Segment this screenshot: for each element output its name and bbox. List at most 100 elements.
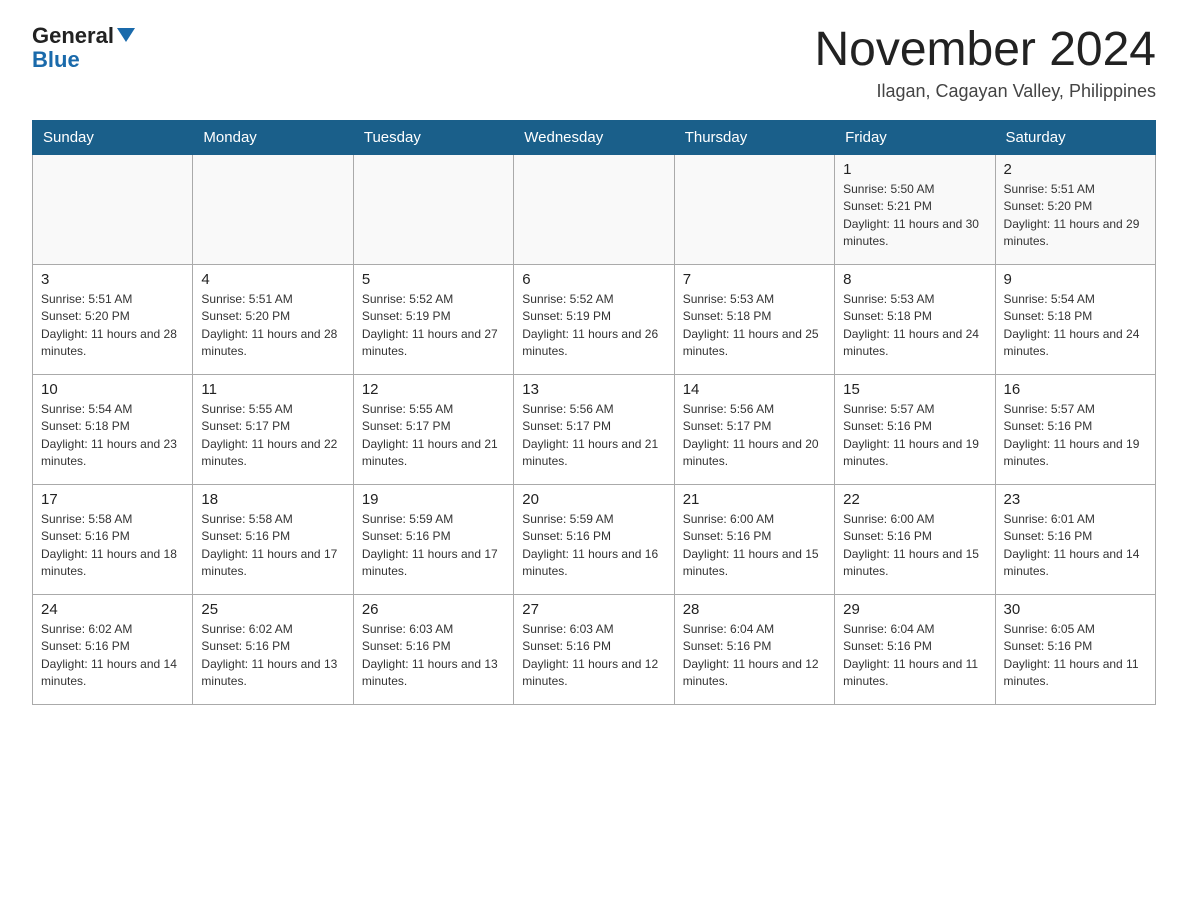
day-number: 20 <box>522 491 665 508</box>
calendar-week-row: 10 Sunrise: 5:54 AMSunset: 5:18 PMDayligh… <box>33 374 1156 484</box>
day-info: Sunrise: 5:50 AMSunset: 5:21 PMDaylight:… <box>843 181 986 251</box>
day-info: Sunrise: 6:05 AMSunset: 5:16 PMDaylight:… <box>1004 621 1147 691</box>
day-info: Sunrise: 6:03 AMSunset: 5:16 PMDaylight:… <box>362 621 505 691</box>
day-info: Sunrise: 5:58 AMSunset: 5:16 PMDaylight:… <box>201 511 344 581</box>
day-info: Sunrise: 6:00 AMSunset: 5:16 PMDaylight:… <box>683 511 826 581</box>
day-info: Sunrise: 5:51 AMSunset: 5:20 PMDaylight:… <box>1004 181 1147 251</box>
calendar-cell: 13 Sunrise: 5:56 AMSunset: 5:17 PMDayligh… <box>514 374 674 484</box>
day-info: Sunrise: 6:04 AMSunset: 5:16 PMDaylight:… <box>683 621 826 691</box>
day-info: Sunrise: 5:59 AMSunset: 5:16 PMDaylight:… <box>362 511 505 581</box>
calendar-cell: 10 Sunrise: 5:54 AMSunset: 5:18 PMDayligh… <box>33 374 193 484</box>
calendar-week-row: 17 Sunrise: 5:58 AMSunset: 5:16 PMDayligh… <box>33 484 1156 594</box>
calendar-cell: 22 Sunrise: 6:00 AMSunset: 5:16 PMDayligh… <box>835 484 995 594</box>
day-info: Sunrise: 5:51 AMSunset: 5:20 PMDaylight:… <box>41 291 184 361</box>
day-info: Sunrise: 5:54 AMSunset: 5:18 PMDaylight:… <box>1004 291 1147 361</box>
calendar-cell <box>674 154 834 264</box>
day-info: Sunrise: 5:52 AMSunset: 5:19 PMDaylight:… <box>522 291 665 361</box>
day-info: Sunrise: 6:02 AMSunset: 5:16 PMDaylight:… <box>41 621 184 691</box>
calendar-cell: 24Sunrise: 6:02 AMSunset: 5:16 PMDayligh… <box>33 594 193 704</box>
header-day-thursday: Thursday <box>674 120 834 154</box>
calendar-cell: 1 Sunrise: 5:50 AMSunset: 5:21 PMDaylight… <box>835 154 995 264</box>
page-header: General Blue November 2024 Ilagan, Cagay… <box>32 24 1156 102</box>
day-info: Sunrise: 5:59 AMSunset: 5:16 PMDaylight:… <box>522 511 665 581</box>
day-number: 17 <box>41 491 184 508</box>
day-number: 23 <box>1004 491 1147 508</box>
day-number: 5 <box>362 271 505 288</box>
day-info: Sunrise: 5:55 AMSunset: 5:17 PMDaylight:… <box>362 401 505 471</box>
calendar-cell: 23 Sunrise: 6:01 AMSunset: 5:16 PMDayligh… <box>995 484 1155 594</box>
day-info: Sunrise: 6:03 AMSunset: 5:16 PMDaylight:… <box>522 621 665 691</box>
header-day-friday: Friday <box>835 120 995 154</box>
calendar-cell: 12Sunrise: 5:55 AMSunset: 5:17 PMDayligh… <box>353 374 513 484</box>
calendar-cell: 27Sunrise: 6:03 AMSunset: 5:16 PMDayligh… <box>514 594 674 704</box>
day-info: Sunrise: 5:57 AMSunset: 5:16 PMDaylight:… <box>843 401 986 471</box>
calendar-cell <box>193 154 353 264</box>
day-number: 26 <box>362 601 505 618</box>
day-info: Sunrise: 6:00 AMSunset: 5:16 PMDaylight:… <box>843 511 986 581</box>
calendar-cell: 2 Sunrise: 5:51 AMSunset: 5:20 PMDaylight… <box>995 154 1155 264</box>
day-number: 1 <box>843 161 986 178</box>
calendar-cell: 6 Sunrise: 5:52 AMSunset: 5:19 PMDaylight… <box>514 264 674 374</box>
day-number: 4 <box>201 271 344 288</box>
logo-triangle-icon <box>117 28 135 42</box>
logo-general-text: General <box>32 24 114 48</box>
logo: General Blue <box>32 24 135 72</box>
day-info: Sunrise: 5:52 AMSunset: 5:19 PMDaylight:… <box>362 291 505 361</box>
calendar-cell: 14Sunrise: 5:56 AMSunset: 5:17 PMDayligh… <box>674 374 834 484</box>
calendar-cell: 8 Sunrise: 5:53 AMSunset: 5:18 PMDaylight… <box>835 264 995 374</box>
calendar-week-row: 1 Sunrise: 5:50 AMSunset: 5:21 PMDaylight… <box>33 154 1156 264</box>
day-number: 8 <box>843 271 986 288</box>
calendar-cell <box>353 154 513 264</box>
day-number: 9 <box>1004 271 1147 288</box>
day-number: 2 <box>1004 161 1147 178</box>
month-title: November 2024 <box>814 24 1156 77</box>
calendar-cell: 17Sunrise: 5:58 AMSunset: 5:16 PMDayligh… <box>33 484 193 594</box>
day-info: Sunrise: 5:51 AMSunset: 5:20 PMDaylight:… <box>201 291 344 361</box>
day-info: Sunrise: 5:53 AMSunset: 5:18 PMDaylight:… <box>843 291 986 361</box>
day-info: Sunrise: 5:55 AMSunset: 5:17 PMDaylight:… <box>201 401 344 471</box>
day-number: 22 <box>843 491 986 508</box>
day-number: 6 <box>522 271 665 288</box>
header-day-monday: Monday <box>193 120 353 154</box>
calendar-header-row: SundayMondayTuesdayWednesdayThursdayFrid… <box>33 120 1156 154</box>
calendar-cell: 16Sunrise: 5:57 AMSunset: 5:16 PMDayligh… <box>995 374 1155 484</box>
day-info: Sunrise: 5:54 AMSunset: 5:18 PMDaylight:… <box>41 401 184 471</box>
day-number: 13 <box>522 381 665 398</box>
day-number: 18 <box>201 491 344 508</box>
day-number: 3 <box>41 271 184 288</box>
calendar-cell: 29 Sunrise: 6:04 AMSunset: 5:16 PMDayligh… <box>835 594 995 704</box>
day-number: 15 <box>843 381 986 398</box>
calendar-cell: 7Sunrise: 5:53 AMSunset: 5:18 PMDaylight… <box>674 264 834 374</box>
header-day-tuesday: Tuesday <box>353 120 513 154</box>
day-number: 14 <box>683 381 826 398</box>
calendar-week-row: 3 Sunrise: 5:51 AMSunset: 5:20 PMDaylight… <box>33 264 1156 374</box>
day-number: 30 <box>1004 601 1147 618</box>
day-info: Sunrise: 6:02 AMSunset: 5:16 PMDaylight:… <box>201 621 344 691</box>
calendar-cell: 4 Sunrise: 5:51 AMSunset: 5:20 PMDaylight… <box>193 264 353 374</box>
calendar-table: SundayMondayTuesdayWednesdayThursdayFrid… <box>32 120 1156 705</box>
header-day-wednesday: Wednesday <box>514 120 674 154</box>
calendar-cell <box>33 154 193 264</box>
logo-blue-text: Blue <box>32 48 80 72</box>
day-number: 10 <box>41 381 184 398</box>
day-number: 16 <box>1004 381 1147 398</box>
day-info: Sunrise: 6:04 AMSunset: 5:16 PMDaylight:… <box>843 621 986 691</box>
header-day-saturday: Saturday <box>995 120 1155 154</box>
calendar-cell: 3 Sunrise: 5:51 AMSunset: 5:20 PMDaylight… <box>33 264 193 374</box>
calendar-cell: 18 Sunrise: 5:58 AMSunset: 5:16 PMDayligh… <box>193 484 353 594</box>
calendar-cell: 20 Sunrise: 5:59 AMSunset: 5:16 PMDayligh… <box>514 484 674 594</box>
day-number: 29 <box>843 601 986 618</box>
calendar-cell: 5 Sunrise: 5:52 AMSunset: 5:19 PMDaylight… <box>353 264 513 374</box>
day-info: Sunrise: 5:53 AMSunset: 5:18 PMDaylight:… <box>683 291 826 361</box>
calendar-cell: 28Sunrise: 6:04 AMSunset: 5:16 PMDayligh… <box>674 594 834 704</box>
calendar-cell: 19Sunrise: 5:59 AMSunset: 5:16 PMDayligh… <box>353 484 513 594</box>
day-info: Sunrise: 5:56 AMSunset: 5:17 PMDaylight:… <box>522 401 665 471</box>
title-block: November 2024 Ilagan, Cagayan Valley, Ph… <box>814 24 1156 102</box>
calendar-cell: 9 Sunrise: 5:54 AMSunset: 5:18 PMDaylight… <box>995 264 1155 374</box>
calendar-cell: 25 Sunrise: 6:02 AMSunset: 5:16 PMDayligh… <box>193 594 353 704</box>
header-day-sunday: Sunday <box>33 120 193 154</box>
day-number: 25 <box>201 601 344 618</box>
day-info: Sunrise: 6:01 AMSunset: 5:16 PMDaylight:… <box>1004 511 1147 581</box>
calendar-cell: 21Sunrise: 6:00 AMSunset: 5:16 PMDayligh… <box>674 484 834 594</box>
calendar-cell: 30 Sunrise: 6:05 AMSunset: 5:16 PMDayligh… <box>995 594 1155 704</box>
